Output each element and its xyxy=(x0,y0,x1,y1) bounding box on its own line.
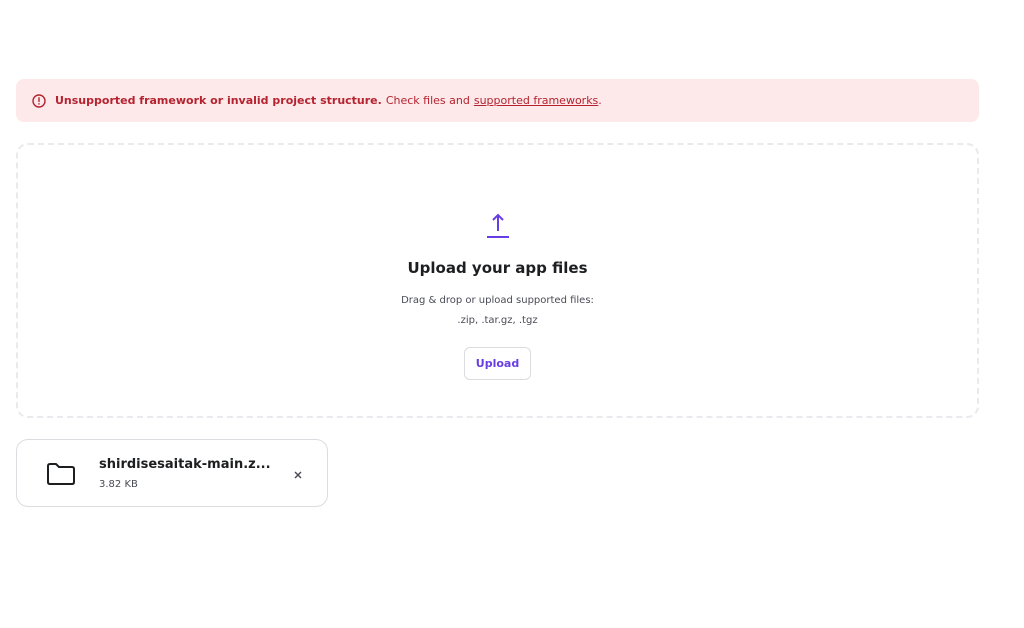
uploaded-file-card: shirdisesaitak-main.z... 3.82 KB xyxy=(16,439,328,507)
file-dropzone[interactable]: Upload your app files Drag & drop or upl… xyxy=(16,143,979,418)
info-icon xyxy=(32,93,46,108)
alert-title: Unsupported framework or invalid project… xyxy=(55,94,382,107)
dropzone-title: Upload your app files xyxy=(407,259,588,277)
supported-frameworks-link[interactable]: supported frameworks xyxy=(474,94,598,107)
dropzone-subtitle-line2: .zip, .tar.gz, .tgz xyxy=(457,315,538,326)
file-size: 3.82 KB xyxy=(99,479,138,490)
folder-icon xyxy=(45,462,77,486)
dropzone-content: Upload your app files Drag & drop or upl… xyxy=(18,211,977,380)
error-alert: Unsupported framework or invalid project… xyxy=(16,79,979,122)
upload-page: Unsupported framework or invalid project… xyxy=(0,0,1024,628)
alert-suffix: . xyxy=(598,94,602,107)
file-name: shirdisesaitak-main.z... xyxy=(99,457,271,472)
close-icon[interactable] xyxy=(291,467,305,481)
upload-button[interactable]: Upload xyxy=(464,347,531,380)
dropzone-subtitle: Drag & drop or upload supported files: .… xyxy=(401,291,594,331)
dropzone-subtitle-line1: Drag & drop or upload supported files: xyxy=(401,295,594,306)
upload-icon xyxy=(484,211,512,241)
alert-message: Check files and xyxy=(385,94,470,107)
